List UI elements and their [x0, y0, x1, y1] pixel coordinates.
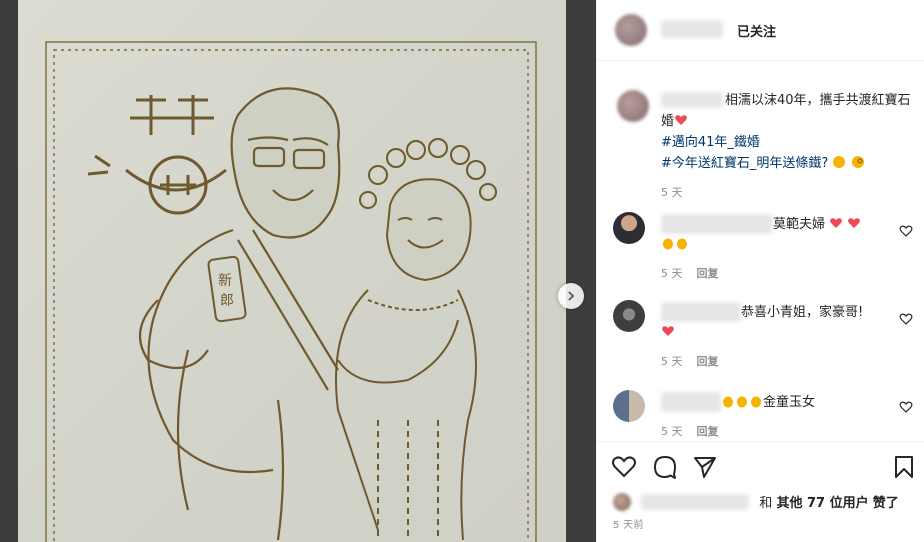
thinking-emoji	[833, 156, 846, 168]
post-sidebar: 已关注 相濡以沫40年，攜手共渡紅寶石婚 #邁向41年_鐵婚 #今年送紅寶石_明…	[596, 0, 924, 542]
likes-suffix: 赞了	[872, 496, 899, 511]
commenter-avatar[interactable]	[613, 300, 645, 332]
caricature-artwork: 新 郎	[45, 41, 537, 542]
comment-item: 恭喜小青姐，家豪哥! 5 天 回复	[611, 300, 915, 370]
hashtag-2-text[interactable]: #今年送紅寶石_明年送條鐵?	[661, 156, 828, 171]
caption-time: 5 天	[661, 186, 683, 199]
comment-item: 莫範夫婦 5 天 回复	[611, 212, 915, 282]
follow-status[interactable]: 已关注	[737, 21, 776, 40]
small-heart-icon[interactable]	[899, 312, 913, 326]
bride-figure	[335, 138, 497, 541]
comment-text-block: 金童玉女	[661, 393, 885, 413]
likes-summary: 和 其他 77 位用户 赞了	[613, 489, 899, 511]
next-image-button[interactable]	[558, 283, 584, 309]
chevron-right-icon	[568, 291, 575, 301]
comment-time: 5 天	[661, 425, 683, 438]
double-happiness-symbol	[87, 95, 227, 215]
heart-emoji	[848, 218, 861, 228]
post-header: 已关注	[597, 0, 924, 61]
comment-time: 5 天	[661, 355, 683, 368]
heart-emoji	[662, 326, 674, 336]
likes-others-link[interactable]: 其他 77 位用户	[776, 496, 868, 511]
commenter-avatar[interactable]	[613, 390, 645, 422]
post-timestamp[interactable]: 5 天前	[613, 516, 644, 531]
share-icon[interactable]	[692, 454, 718, 480]
hashtag-1[interactable]: #邁向41年_鐵婚	[661, 132, 911, 153]
post-image: 新 郎	[0, 0, 596, 542]
badge-char-2: 郎	[220, 293, 234, 309]
small-heart-icon[interactable]	[899, 400, 913, 414]
comment-meta: 5 天 回复	[661, 353, 733, 369]
caption-text-block: 相濡以沫40年，攜手共渡紅寶石婚 #邁向41年_鐵婚 #今年送紅寶石_明年送條鐵…	[661, 90, 911, 203]
clapping-hands-emoji	[677, 238, 687, 250]
monocle-emoji	[851, 156, 864, 168]
badge-char-1: 新	[218, 273, 232, 289]
small-heart-icon[interactable]	[899, 224, 913, 238]
hashtag-2[interactable]: #今年送紅寶石_明年送條鐵?	[661, 153, 911, 174]
commenter-avatar[interactable]	[613, 212, 645, 244]
groom-badge: 新 郎	[207, 255, 247, 323]
reply-button[interactable]: 回复	[697, 267, 719, 280]
heart-emoji	[830, 218, 843, 228]
heart-icon[interactable]	[611, 454, 637, 480]
comment-text: 金童玉女	[763, 395, 816, 410]
likes-prefix: 和	[759, 496, 773, 511]
liker-username[interactable]	[641, 494, 750, 510]
reply-button[interactable]: 回复	[697, 425, 719, 438]
reply-button[interactable]: 回复	[697, 355, 719, 368]
comment-time: 5 天	[661, 267, 683, 280]
clapping-hands-emoji	[663, 238, 673, 250]
clapping-hands-emoji	[751, 396, 761, 408]
author-avatar[interactable]	[615, 14, 647, 46]
comment-meta: 5 天 回复	[661, 423, 733, 439]
comment-text: 恭喜小青姐，家豪哥!	[741, 305, 864, 320]
comment-text-block: 莫範夫婦	[661, 215, 885, 255]
clapping-hands-emoji	[737, 396, 747, 408]
wedding-card: 新 郎	[18, 0, 566, 542]
author-username[interactable]	[661, 20, 723, 38]
bookmark-icon[interactable]	[891, 454, 917, 480]
action-bar: 和 其他 77 位用户 赞了 5 天前	[597, 441, 924, 542]
comment-meta: 5 天 回复	[661, 265, 733, 281]
comment-icon[interactable]	[652, 454, 678, 480]
liker-avatar[interactable]	[613, 493, 631, 511]
heart-emoji	[675, 115, 687, 125]
comment-text: 莫範夫婦	[773, 217, 826, 232]
caption-author-avatar[interactable]	[617, 90, 649, 122]
comment-text-block: 恭喜小青姐，家豪哥!	[661, 303, 885, 343]
caption-text: 相濡以沫40年，攜手共渡紅寶石婚	[661, 93, 911, 129]
clapping-hands-emoji	[723, 396, 733, 408]
